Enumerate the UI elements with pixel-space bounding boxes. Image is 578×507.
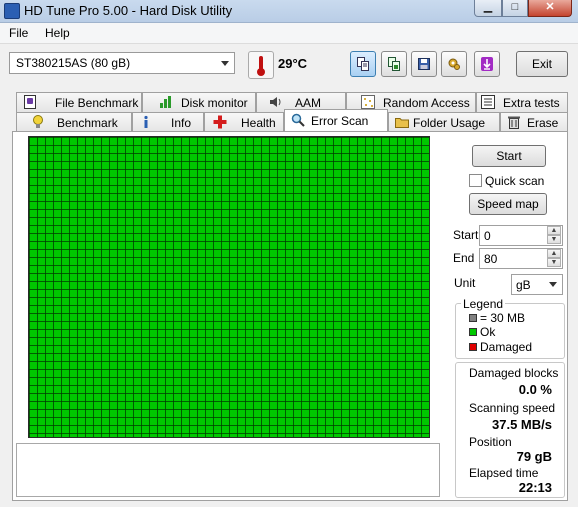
minimize-button[interactable]: ▁	[474, 0, 502, 17]
download-button[interactable]	[474, 51, 500, 77]
tab-folder-usage[interactable]: Folder Usage	[388, 112, 500, 132]
legend-damaged: Damaged	[480, 340, 533, 354]
end-increment-button[interactable]: ▲	[547, 249, 561, 258]
title-bar: HD Tune Pro 5.00 - Hard Disk Utility ▁ □…	[0, 0, 578, 23]
trash-icon	[508, 116, 520, 129]
end-position-input[interactable]: 80 ▲ ▼	[479, 248, 563, 269]
tab-info[interactable]: Info	[132, 112, 204, 132]
red-cross-icon	[213, 115, 227, 129]
save-button[interactable]	[411, 51, 437, 77]
options-button[interactable]	[441, 51, 467, 77]
start-position-value: 0	[484, 229, 491, 243]
quick-scan-checkbox[interactable]	[469, 174, 482, 187]
speaker-icon	[270, 97, 281, 107]
start-decrement-button[interactable]: ▼	[547, 235, 561, 244]
start-scan-button[interactable]: Start	[472, 145, 546, 167]
elapsed-time-value: 22:13	[518, 480, 552, 495]
end-label: End	[453, 251, 475, 265]
tab-health[interactable]: Health	[204, 112, 284, 132]
unit-select[interactable]: gB	[511, 274, 563, 295]
random-access-icon	[361, 95, 375, 109]
info-icon	[144, 115, 148, 128]
menu-bar: File Help	[0, 23, 578, 44]
tab-file-benchmark[interactable]: File Benchmark	[16, 92, 142, 112]
start-position-input[interactable]: 0 ▲ ▼	[479, 225, 563, 246]
scanning-speed-value: 37.5 MB/s	[492, 417, 552, 432]
legend-block-size: = 30 MB	[480, 311, 526, 325]
magnifier-icon	[291, 113, 305, 127]
position-label: Position	[469, 435, 512, 449]
copy-image-icon	[388, 57, 400, 71]
window-controls: ▁ □ ✕	[474, 0, 572, 17]
unit-select-value: gB	[516, 278, 531, 292]
copy-text-button[interactable]	[350, 51, 376, 77]
end-position-value: 80	[484, 252, 498, 266]
tab-error-scan[interactable]: Error Scan	[284, 109, 388, 132]
tab-disk-monitor[interactable]: Disk monitor	[142, 92, 256, 112]
chevron-down-icon	[549, 282, 557, 287]
start-label: Start	[453, 228, 479, 242]
drive-select[interactable]: ST380215AS (80 gB)	[9, 52, 235, 74]
window-title: HD Tune Pro 5.00 - Hard Disk Utility	[24, 3, 233, 18]
gear-icon	[448, 58, 460, 70]
tab-benchmark[interactable]: Benchmark	[16, 112, 132, 132]
legend-block-swatch	[469, 314, 477, 322]
folder-icon	[395, 118, 409, 128]
end-decrement-button[interactable]: ▼	[547, 258, 561, 267]
exit-button[interactable]: Exit	[516, 51, 568, 77]
legend-title: Legend	[461, 297, 506, 311]
scan-block-map	[28, 136, 430, 438]
app-window: HD Tune Pro 5.00 - Hard Disk Utility ▁ □…	[0, 0, 578, 507]
position-value: 79 gB	[516, 449, 552, 464]
disk-monitor-icon	[160, 96, 171, 108]
maximize-button[interactable]: □	[502, 0, 528, 17]
download-arrow-icon	[481, 57, 493, 71]
chevron-down-icon	[221, 61, 229, 66]
copy-screenshot-button[interactable]	[381, 51, 407, 77]
scanning-speed-label: Scanning speed	[469, 401, 556, 415]
tab-erase[interactable]: Erase	[500, 112, 568, 132]
legend-ok: Ok	[480, 325, 496, 339]
temperature-value: 29°C	[278, 56, 308, 71]
tab-extra-tests[interactable]: Extra tests	[476, 92, 568, 112]
legend-ok-swatch	[469, 328, 477, 336]
legend-damaged-swatch	[469, 343, 477, 351]
start-increment-button[interactable]: ▲	[547, 226, 561, 235]
tabs-row-bottom: Benchmark Info Health Error Scan Folder …	[12, 109, 568, 132]
damaged-blocks-label: Damaged blocks	[469, 366, 559, 380]
drive-select-value: ST380215AS (80 gB)	[16, 56, 131, 70]
thermometer-icon	[248, 51, 274, 79]
speed-map-button[interactable]: Speed map	[469, 193, 547, 215]
app-icon	[4, 3, 20, 19]
floppy-disk-icon	[418, 58, 430, 70]
file-benchmark-icon	[24, 95, 36, 109]
unit-label: Unit	[454, 276, 476, 290]
menu-help[interactable]: Help	[45, 26, 70, 40]
damaged-blocks-value: 0.0 %	[518, 382, 552, 397]
elapsed-time-label: Elapsed time	[469, 466, 539, 480]
copy-icon	[357, 57, 369, 71]
scan-log-box[interactable]	[16, 443, 440, 497]
lightbulb-icon	[33, 115, 43, 128]
quick-scan-label: Quick scan	[485, 174, 545, 188]
menu-file[interactable]: File	[9, 26, 28, 40]
close-button[interactable]: ✕	[528, 0, 572, 17]
extra-tests-icon	[481, 95, 495, 109]
toolbar: ST380215AS (80 gB) 29°C Exit	[0, 44, 578, 86]
